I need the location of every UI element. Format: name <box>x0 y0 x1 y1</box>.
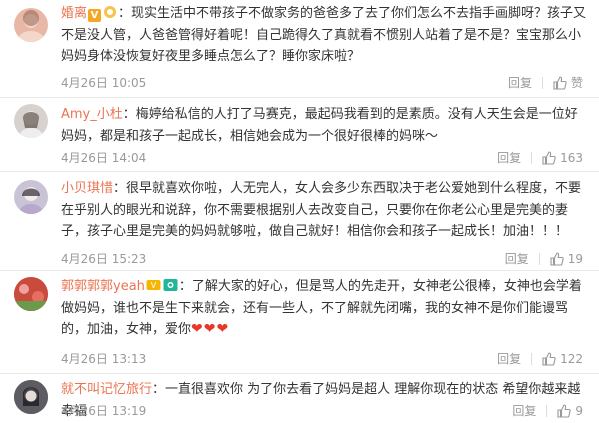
like-button[interactable]: 122 <box>542 350 583 368</box>
comment-meta: 4月26日 14:04 回复 163 <box>61 149 589 167</box>
reply-button[interactable]: 回复 <box>497 149 521 167</box>
reply-button[interactable]: 回复 <box>497 350 521 368</box>
level-icon <box>104 6 117 18</box>
comment-body: 郭郭郭郭yeah V ：了解大家的好心，但是骂人的先走开，女神老公很棒，女神也会学着… <box>61 276 589 341</box>
username-link[interactable]: 郭郭郭郭yeah <box>61 279 145 294</box>
like-button[interactable]: 163 <box>542 149 583 167</box>
like-button[interactable]: 19 <box>550 250 583 268</box>
avatar[interactable] <box>14 380 48 414</box>
comment-time: 4月26日 15:23 <box>61 252 147 266</box>
colon-separator: ： <box>113 181 127 196</box>
comment-actions: 回复 9 <box>512 402 583 420</box>
comment-time: 4月26日 13:13 <box>61 352 147 366</box>
thumbs-up-icon <box>557 404 572 418</box>
comment-body: 小贝琪惜：很早就喜欢你啦，人无完人，女人会多少东西取决于老公爱她到什么程度，不要… <box>61 178 589 243</box>
verified-badge-icon: V <box>88 9 102 22</box>
comment-body: Amy_小杜：梅婷给私信的人打了马赛克，最起码我看到的是素质。没有人天生会是一位… <box>61 104 589 147</box>
like-button[interactable]: 赞 <box>553 74 583 92</box>
like-count: 163 <box>560 151 583 165</box>
colon-separator: ： <box>178 279 192 294</box>
comment-actions: 回复 19 <box>505 250 583 268</box>
comment-time: 4月26日 10:05 <box>61 76 147 90</box>
username-link[interactable]: 小贝琪惜 <box>61 181 113 196</box>
heart-emoji-icon: ❤❤❤ <box>191 321 230 337</box>
reply-button[interactable]: 回复 <box>505 250 529 268</box>
username-link[interactable]: 就不叫记忆旅行 <box>61 382 152 397</box>
comment-body: 婚离 V ：现实生活中不带孩子不做家务的爸爸多了去了你们怎么不去指手画脚呀？孩子又不… <box>61 3 589 68</box>
comment-item: 小贝琪惜：很早就喜欢你啦，人无完人，女人会多少东西取决于老公爱她到什么程度，不要… <box>0 172 599 271</box>
thumbs-up-icon <box>550 252 564 266</box>
comment-time: 4月26日 13:19 <box>61 404 147 418</box>
reply-button[interactable]: 回复 <box>512 402 536 420</box>
thumbs-up-icon <box>542 352 556 366</box>
thumbs-up-icon <box>542 151 556 165</box>
username-link[interactable]: Amy_小杜 <box>61 107 123 122</box>
comment-item: 就不叫记忆旅行：一直很喜欢你 为了你去看了妈妈是超人 理解你现在的状态 希望你越… <box>0 374 599 423</box>
comment-text: 很早就喜欢你啦，人无完人，女人会多少东西取决于老公爱她到什么程度，不要在乎别人的… <box>61 181 582 239</box>
member-icon: V <box>146 280 161 290</box>
like-count: 122 <box>560 352 583 366</box>
like-count: 19 <box>567 252 583 266</box>
camera-icon <box>163 279 178 291</box>
comment-actions: 回复 163 <box>497 149 583 167</box>
like-count: 9 <box>575 404 583 418</box>
avatar[interactable] <box>14 180 48 214</box>
comment-meta: 4月26日 10:05 回复 赞 <box>61 74 589 92</box>
like-button[interactable]: 9 <box>557 402 583 420</box>
comment-meta: 4月26日 13:19 回复 9 <box>61 402 589 420</box>
colon-separator: ： <box>122 107 136 122</box>
thumbs-up-icon <box>553 76 567 90</box>
username-link[interactable]: 婚离 <box>61 6 87 21</box>
comment-meta: 4月26日 15:23 回复 19 <box>61 250 589 268</box>
comment-item: 郭郭郭郭yeah V ：了解大家的好心，但是骂人的先走开，女神老公很棒，女神也会学着… <box>0 271 599 374</box>
comment-time: 4月26日 14:04 <box>61 151 147 165</box>
avatar[interactable] <box>14 104 48 138</box>
comment-meta: 4月26日 13:13 回复 122 <box>61 350 589 368</box>
avatar[interactable] <box>14 277 48 311</box>
action-divider <box>546 405 548 417</box>
colon-separator: ： <box>118 6 132 21</box>
action-divider <box>531 353 533 365</box>
comment-actions: 回复 122 <box>497 350 583 368</box>
avatar[interactable] <box>14 8 48 42</box>
comment-text: 现实生活中不带孩子不做家务的爸爸多了去了你们怎么不去指手画脚呀？孩子又不是没人管… <box>61 6 587 64</box>
comment-actions: 回复 赞 <box>508 74 583 92</box>
action-divider <box>538 253 540 265</box>
svg-text:V: V <box>151 281 157 290</box>
like-label: 赞 <box>570 76 583 90</box>
comment-item: Amy_小杜：梅婷给私信的人打了马赛克，最起码我看到的是素质。没有人天生会是一位… <box>0 98 599 172</box>
comment-item: 婚离 V ：现实生活中不带孩子不做家务的爸爸多了去了你们怎么不去指手画脚呀？孩子又不… <box>0 0 599 98</box>
action-divider <box>541 77 543 89</box>
reply-button[interactable]: 回复 <box>508 74 532 92</box>
action-divider <box>531 152 533 164</box>
comment-text: 梅婷给私信的人打了马赛克，最起码我看到的是素质。没有人天生会是一位好妈妈，都是和… <box>61 107 578 144</box>
colon-separator: ： <box>152 382 166 397</box>
